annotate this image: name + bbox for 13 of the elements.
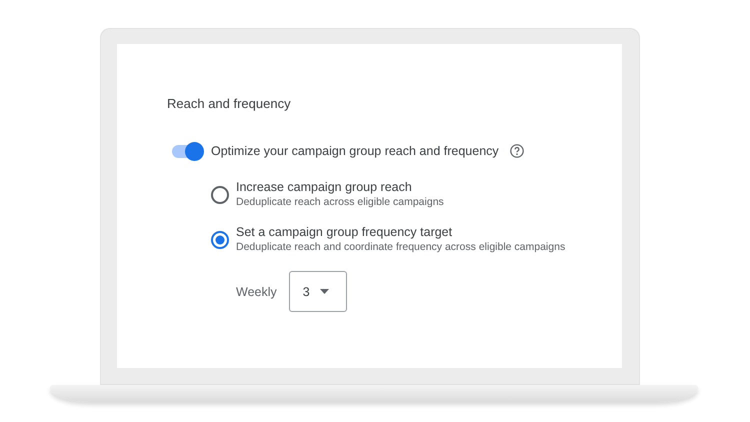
help-icon[interactable] — [510, 144, 524, 158]
section-title: Reach and frequency — [167, 96, 291, 111]
option-title: Set a campaign group frequency target — [236, 225, 454, 239]
radio-button[interactable] — [211, 231, 229, 249]
option-description: Deduplicate reach and coordinate frequency across eligible campaigns — [236, 241, 566, 253]
toggle-label: Optimize your campaign group reach and frequency — [211, 144, 499, 158]
radio-button[interactable] — [211, 186, 229, 204]
frequency-dropdown[interactable]: 3 — [288, 271, 347, 312]
frequency-label: Weekly — [236, 284, 277, 298]
option-title: Increase campaign group reach — [236, 180, 413, 194]
dropdown-caret-icon — [320, 289, 329, 294]
option-description: Deduplicate reach across eligible campaigns — [236, 196, 444, 208]
toggle-switch[interactable] — [172, 144, 202, 158]
